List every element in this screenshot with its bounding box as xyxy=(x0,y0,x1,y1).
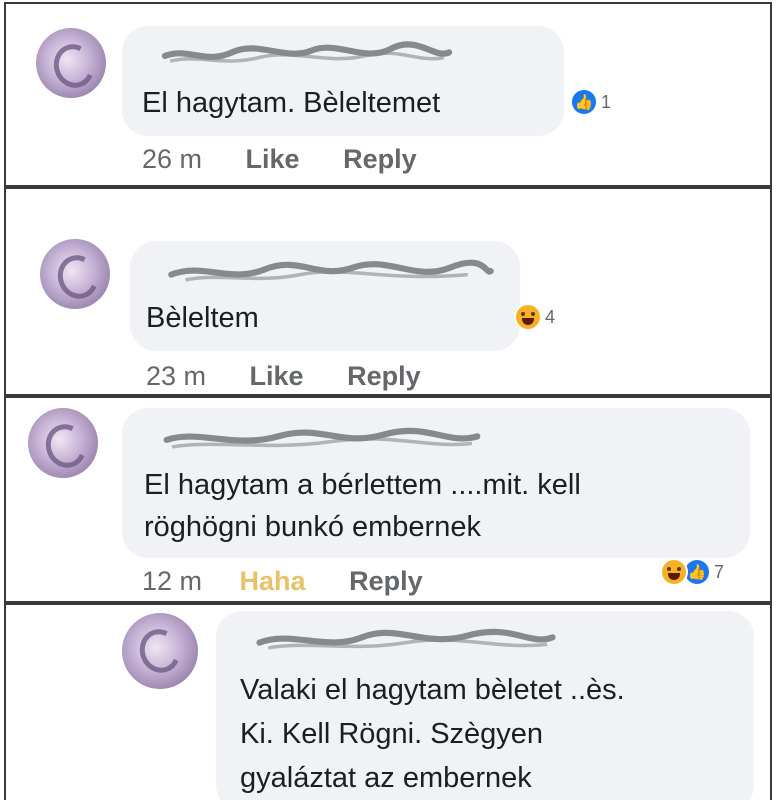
reaction-count[interactable]: 4 xyxy=(514,303,555,331)
comment-meta: 23 m Like Reply xyxy=(146,361,421,392)
like-button[interactable]: Like xyxy=(246,144,300,175)
avatar[interactable] xyxy=(36,28,106,98)
comment-text: Bèleltem xyxy=(146,302,259,334)
reply-button[interactable]: Reply xyxy=(349,566,423,597)
comment-panel-1: El hagytam. Bèleltemet 👍 1 26 m Like Rep… xyxy=(4,2,772,187)
redacted-name-scribble xyxy=(168,259,494,282)
timestamp: 12 m xyxy=(142,566,203,596)
comment-text-line-2: Ki. Kell Rögni. Szègyen xyxy=(240,718,544,750)
avatar[interactable] xyxy=(28,408,98,478)
comment-text-line-1: Valaki el hagytam bèletet ..ès. xyxy=(240,674,625,706)
comment-meta: 26 m Like Reply xyxy=(142,144,417,175)
reaction-count-value: 4 xyxy=(545,306,556,327)
comment-meta: 12 m Haha Reply xyxy=(142,566,423,597)
avatar[interactable] xyxy=(122,613,198,689)
reaction-count[interactable]: 👍 1 xyxy=(570,88,611,116)
comment-panel-2: Bèleltem 4 23 m Like Reply xyxy=(4,187,772,396)
comment-text: El hagytam. Bèleltemet xyxy=(142,87,441,119)
redacted-name-scribble xyxy=(256,628,556,650)
reaction-count-value: 1 xyxy=(601,91,612,112)
haha-reaction-button[interactable]: Haha xyxy=(240,566,306,597)
haha-icon xyxy=(514,303,542,331)
comment-text-line-3: gyaláztat az embernek xyxy=(240,762,532,794)
comment-text-line-1: El hagytam a bérlettem ....mit. kell xyxy=(144,469,581,501)
comment-bubble: El hagytam a bérlettem ....mit. kell rög… xyxy=(122,408,750,558)
reply-button[interactable]: Reply xyxy=(343,144,417,175)
comment-bubble: Valaki el hagytam bèletet ..ès. Ki. Kell… xyxy=(216,611,754,800)
redacted-name-scribble xyxy=(161,41,453,63)
like-icon: 👍 xyxy=(570,88,598,116)
timestamp: 23 m xyxy=(146,361,207,391)
comment-text-line-2: röghögni bunkó embernek xyxy=(144,511,481,543)
reply-button[interactable]: Reply xyxy=(347,361,421,392)
like-button[interactable]: Like xyxy=(250,361,304,392)
haha-icon xyxy=(660,558,688,586)
comment-panel-4: Valaki el hagytam bèletet ..ès. Ki. Kell… xyxy=(4,603,772,800)
reaction-count-value: 7 xyxy=(714,561,725,582)
comment-panel-3: El hagytam a bérlettem ....mit. kell rög… xyxy=(4,396,772,603)
timestamp: 26 m xyxy=(142,144,203,174)
avatar[interactable] xyxy=(40,239,110,309)
redacted-name-scribble xyxy=(163,427,481,449)
comment-bubble: El hagytam. Bèleltemet xyxy=(122,26,564,136)
reaction-count[interactable]: 👍 7 xyxy=(660,558,724,586)
comment-bubble: Bèleltem xyxy=(130,241,520,351)
